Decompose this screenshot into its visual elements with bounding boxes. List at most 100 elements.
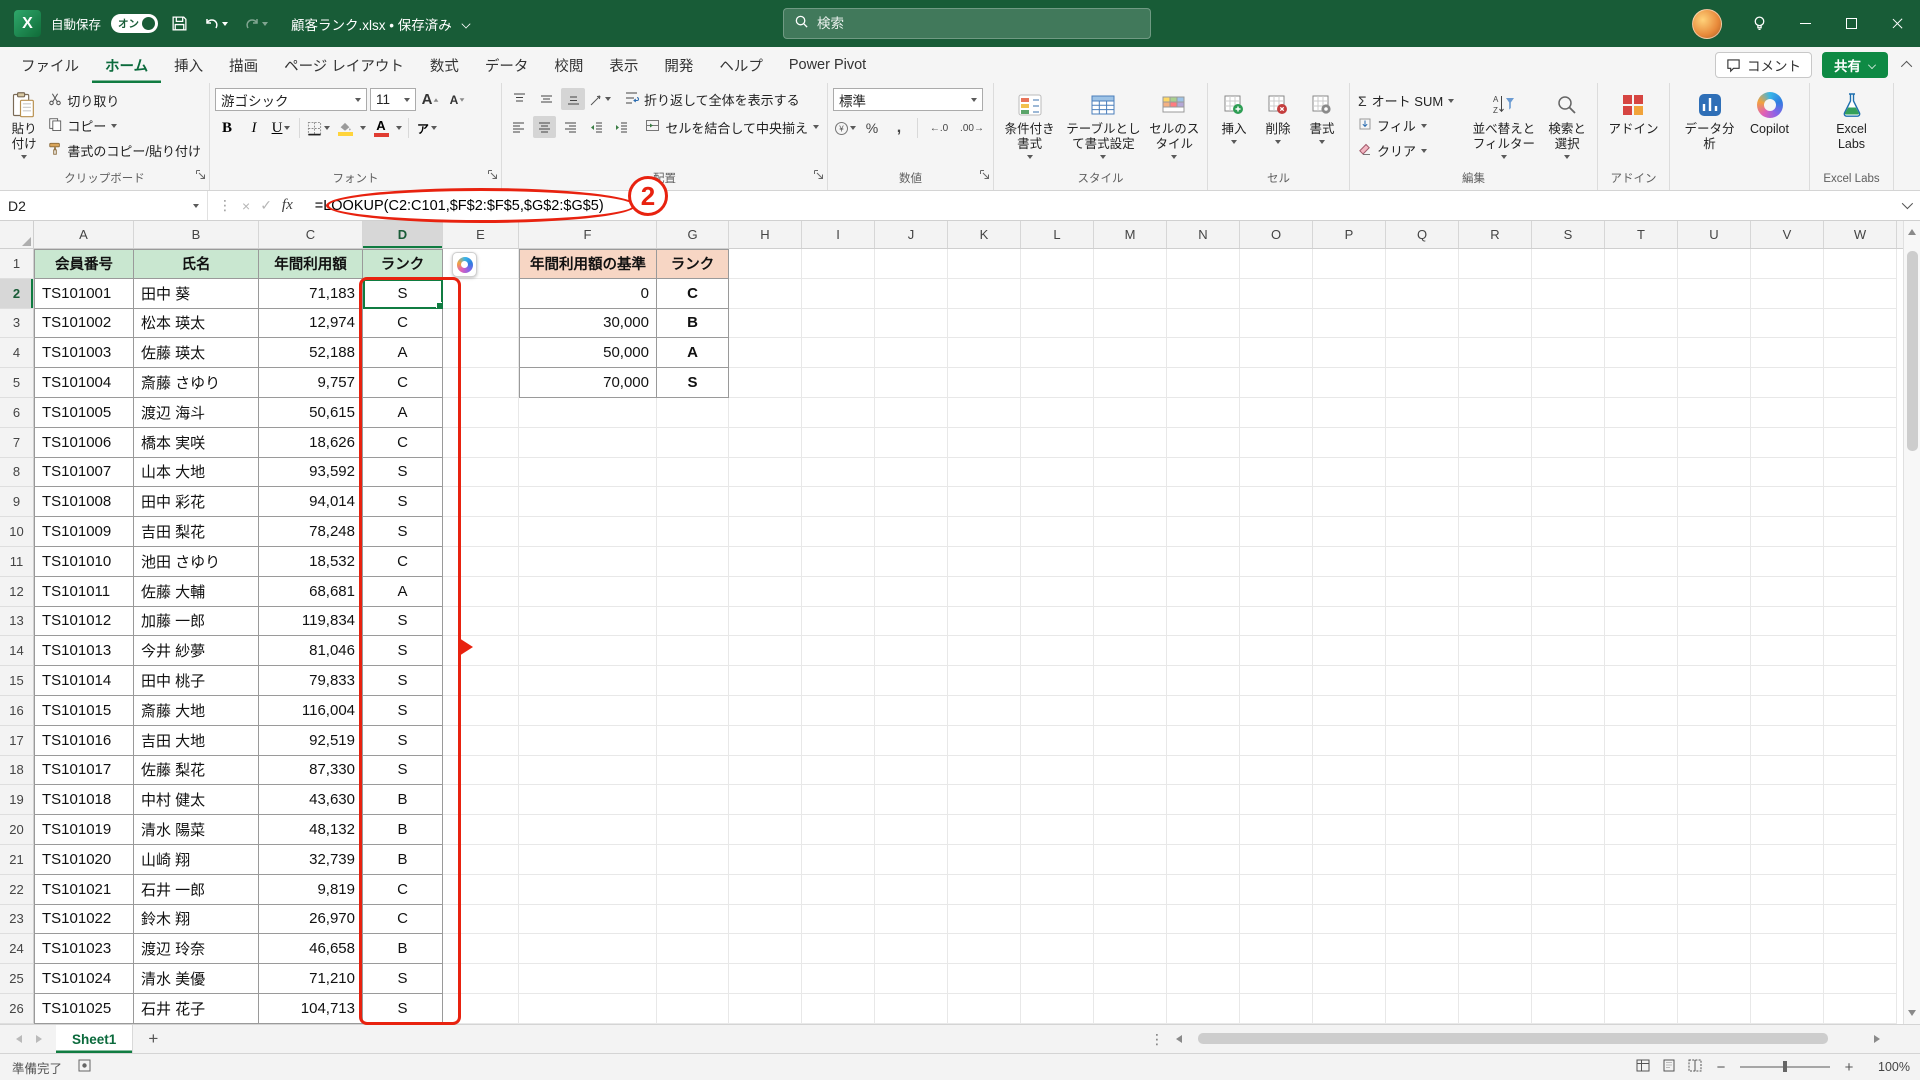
cell-G9[interactable] bbox=[657, 487, 729, 518]
cell-R17[interactable] bbox=[1459, 725, 1532, 756]
cell-U2[interactable] bbox=[1678, 278, 1751, 309]
cell-L20[interactable] bbox=[1021, 815, 1094, 845]
align-right-icon[interactable] bbox=[559, 116, 582, 138]
cell-A17[interactable]: TS101016 bbox=[34, 725, 134, 756]
row-header-13[interactable]: 13 bbox=[0, 606, 34, 637]
align-left-icon[interactable] bbox=[507, 116, 530, 138]
cell-D15[interactable]: S bbox=[363, 666, 443, 696]
cell-I16[interactable] bbox=[802, 695, 875, 726]
cell-H22[interactable] bbox=[729, 874, 802, 905]
align-center-icon[interactable] bbox=[532, 116, 556, 138]
cell-Q12[interactable] bbox=[1386, 576, 1459, 607]
cell-S6[interactable] bbox=[1532, 397, 1605, 428]
cell-P8[interactable] bbox=[1313, 457, 1386, 488]
cell-C10[interactable]: 78,248 bbox=[259, 517, 363, 547]
row-header-7[interactable]: 7 bbox=[0, 427, 34, 458]
col-header-D[interactable]: D bbox=[363, 221, 443, 248]
cell-L26[interactable] bbox=[1021, 993, 1094, 1024]
normal-view-icon[interactable] bbox=[1636, 1059, 1650, 1075]
cell-C26[interactable]: 104,713 bbox=[259, 993, 363, 1024]
cell-E23[interactable] bbox=[443, 904, 519, 935]
cell-K5[interactable] bbox=[948, 368, 1021, 398]
insert-function-icon[interactable]: fx bbox=[282, 197, 293, 214]
font-size-combo[interactable]: 11 bbox=[370, 88, 416, 111]
cell-I22[interactable] bbox=[802, 874, 875, 905]
tab-ページ レイアウト[interactable]: ページ レイアウト bbox=[271, 47, 417, 83]
cell-L2[interactable] bbox=[1021, 278, 1094, 309]
cell-A26[interactable]: TS101025 bbox=[34, 993, 134, 1024]
cell-H3[interactable] bbox=[729, 308, 802, 339]
cell-D13[interactable]: S bbox=[363, 606, 443, 637]
cell-M10[interactable] bbox=[1094, 517, 1167, 547]
cell-W7[interactable] bbox=[1824, 427, 1897, 458]
cell-S5[interactable] bbox=[1532, 368, 1605, 398]
cell-G5[interactable]: S bbox=[657, 368, 729, 398]
cell-D25[interactable]: S bbox=[363, 964, 443, 994]
cell-O11[interactable] bbox=[1240, 546, 1313, 577]
fill-color-button[interactable] bbox=[333, 117, 357, 139]
cell-Q9[interactable] bbox=[1386, 487, 1459, 518]
cell-G2[interactable]: C bbox=[657, 278, 729, 309]
cell-O19[interactable] bbox=[1240, 785, 1313, 816]
tab-数式[interactable]: 数式 bbox=[417, 47, 472, 83]
cell-I10[interactable] bbox=[802, 517, 875, 547]
col-header-P[interactable]: P bbox=[1313, 221, 1386, 248]
cell-P21[interactable] bbox=[1313, 844, 1386, 875]
cell-F5[interactable]: 70,000 bbox=[519, 368, 657, 398]
cell-Q3[interactable] bbox=[1386, 308, 1459, 339]
cell-M9[interactable] bbox=[1094, 487, 1167, 518]
cell-D22[interactable]: C bbox=[363, 874, 443, 905]
orientation-button[interactable] bbox=[588, 88, 612, 110]
cell-H9[interactable] bbox=[729, 487, 802, 518]
cell-I13[interactable] bbox=[802, 606, 875, 637]
cell-H26[interactable] bbox=[729, 993, 802, 1024]
cell-G8[interactable] bbox=[657, 457, 729, 488]
row-header-26[interactable]: 26 bbox=[0, 993, 34, 1024]
zoom-slider-knob[interactable] bbox=[1783, 1061, 1787, 1073]
col-header-V[interactable]: V bbox=[1751, 221, 1824, 248]
cell-G15[interactable] bbox=[657, 666, 729, 696]
fill-button[interactable]: フィル bbox=[1355, 115, 1466, 136]
col-header-M[interactable]: M bbox=[1094, 221, 1167, 248]
cell-J17[interactable] bbox=[875, 725, 948, 756]
cell-E9[interactable] bbox=[443, 487, 519, 518]
cell-P23[interactable] bbox=[1313, 904, 1386, 935]
cell-W8[interactable] bbox=[1824, 457, 1897, 488]
cell-P22[interactable] bbox=[1313, 874, 1386, 905]
cell-E16[interactable] bbox=[443, 695, 519, 726]
cell-V21[interactable] bbox=[1751, 844, 1824, 875]
select-all-corner[interactable] bbox=[0, 221, 34, 248]
cell-T16[interactable] bbox=[1605, 695, 1678, 726]
cell-N10[interactable] bbox=[1167, 517, 1240, 547]
addins-button[interactable]: アドイン bbox=[1606, 88, 1660, 140]
cell-O12[interactable] bbox=[1240, 576, 1313, 607]
cell-S22[interactable] bbox=[1532, 874, 1605, 905]
cell-T25[interactable] bbox=[1605, 964, 1678, 994]
cell-E2[interactable] bbox=[443, 278, 519, 309]
cell-F2[interactable]: 0 bbox=[519, 278, 657, 309]
cell-N9[interactable] bbox=[1167, 487, 1240, 518]
bold-button[interactable]: B bbox=[215, 117, 239, 139]
cell-R25[interactable] bbox=[1459, 964, 1532, 994]
cell-L1[interactable] bbox=[1021, 249, 1094, 279]
cell-F9[interactable] bbox=[519, 487, 657, 518]
cell-O4[interactable] bbox=[1240, 338, 1313, 369]
cell-C14[interactable]: 81,046 bbox=[259, 636, 363, 667]
cell-J25[interactable] bbox=[875, 964, 948, 994]
cell-V12[interactable] bbox=[1751, 576, 1824, 607]
cell-O1[interactable] bbox=[1240, 249, 1313, 279]
cell-N15[interactable] bbox=[1167, 666, 1240, 696]
cell-E10[interactable] bbox=[443, 517, 519, 547]
cell-S14[interactable] bbox=[1532, 636, 1605, 667]
cell-J22[interactable] bbox=[875, 874, 948, 905]
cell-W20[interactable] bbox=[1824, 815, 1897, 845]
cell-K8[interactable] bbox=[948, 457, 1021, 488]
cell-M12[interactable] bbox=[1094, 576, 1167, 607]
row-header-11[interactable]: 11 bbox=[0, 546, 34, 577]
cell-A5[interactable]: TS101004 bbox=[34, 368, 134, 398]
cell-R13[interactable] bbox=[1459, 606, 1532, 637]
cell-G22[interactable] bbox=[657, 874, 729, 905]
cell-H23[interactable] bbox=[729, 904, 802, 935]
row-header-19[interactable]: 19 bbox=[0, 785, 34, 816]
cell-U23[interactable] bbox=[1678, 904, 1751, 935]
